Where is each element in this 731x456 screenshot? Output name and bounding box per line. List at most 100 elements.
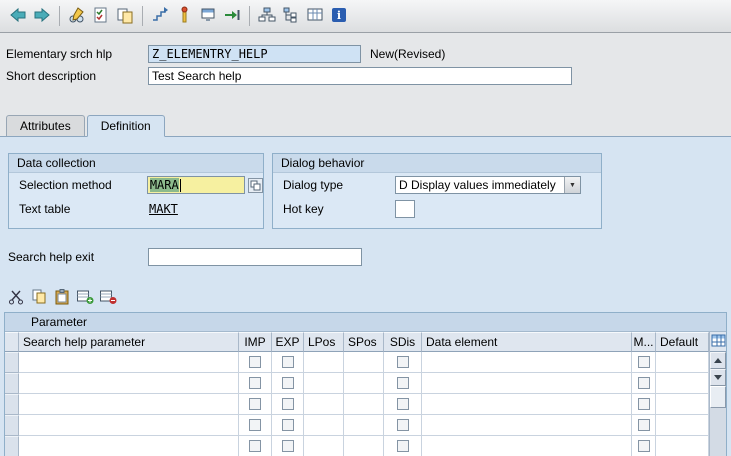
where-used-button[interactable] — [148, 4, 172, 28]
data_element-cell[interactable] — [422, 436, 632, 456]
tab-definition[interactable]: Definition — [86, 115, 165, 137]
column-header-imp[interactable]: IMP — [239, 332, 272, 352]
exp-cell — [272, 373, 304, 394]
exp-checkbox[interactable] — [281, 398, 294, 410]
copy-rows-icon — [30, 289, 48, 308]
search-help-exit-field[interactable] — [148, 248, 362, 266]
row-selector[interactable] — [5, 352, 19, 373]
m-checkbox[interactable] — [637, 377, 650, 389]
forward-button[interactable] — [30, 4, 54, 28]
scrollbar-track[interactable] — [710, 408, 726, 456]
copy-rows-button[interactable] — [29, 289, 49, 307]
delete-row-button[interactable] — [98, 289, 118, 307]
m-checkbox[interactable] — [637, 356, 650, 368]
hierarchy-button[interactable] — [255, 4, 279, 28]
activate-button[interactable] — [172, 4, 196, 28]
data_element-cell[interactable] — [422, 373, 632, 394]
sdis-checkbox[interactable] — [396, 377, 409, 389]
spos-cell[interactable] — [344, 373, 384, 394]
goto-button[interactable] — [220, 4, 244, 28]
table-config-button[interactable] — [710, 332, 726, 352]
column-header-lpos[interactable]: LPos — [304, 332, 344, 352]
short-description-field[interactable] — [148, 67, 572, 85]
m-checkbox[interactable] — [637, 398, 650, 410]
column-header-m[interactable]: M... — [632, 332, 656, 352]
data_element-cell[interactable] — [422, 394, 632, 415]
param-cell[interactable] — [19, 415, 239, 436]
text-table-link[interactable]: MAKT — [149, 202, 178, 216]
display-object-button[interactable] — [196, 4, 220, 28]
m-checkbox[interactable] — [637, 440, 650, 452]
spos-cell[interactable] — [344, 415, 384, 436]
default-cell[interactable] — [656, 352, 709, 373]
graph-button[interactable] — [279, 4, 303, 28]
back-button[interactable] — [6, 4, 30, 28]
table-settings-button[interactable] — [303, 4, 327, 28]
sdis-checkbox[interactable] — [396, 419, 409, 431]
column-header-data_element[interactable]: Data element — [422, 332, 632, 352]
spos-cell[interactable] — [344, 394, 384, 415]
scrollbar-thumb[interactable] — [710, 386, 726, 408]
imp-checkbox[interactable] — [249, 419, 261, 431]
lpos-cell[interactable] — [304, 436, 344, 456]
lpos-cell[interactable] — [304, 394, 344, 415]
exp-checkbox[interactable] — [281, 440, 294, 452]
exp-checkbox[interactable] — [281, 419, 294, 431]
imp-checkbox[interactable] — [249, 377, 261, 389]
dialog-type-dropdown[interactable]: D Display values immediately ▼ — [395, 176, 581, 194]
imp-checkbox[interactable] — [249, 398, 261, 410]
tab-attributes[interactable]: Attributes — [6, 115, 85, 137]
row-selector[interactable] — [5, 415, 19, 436]
cut-button[interactable] — [6, 289, 26, 307]
hot-key-field[interactable] — [395, 200, 415, 218]
param-cell[interactable] — [19, 352, 239, 373]
spos-cell[interactable] — [344, 436, 384, 456]
m-cell — [632, 352, 656, 373]
column-header-sdis[interactable]: SDis — [384, 332, 422, 352]
sdis-checkbox[interactable] — [396, 356, 409, 368]
default-cell[interactable] — [656, 415, 709, 436]
exp-checkbox[interactable] — [281, 356, 294, 368]
lpos-cell[interactable] — [304, 373, 344, 394]
default-cell[interactable] — [656, 373, 709, 394]
table-row — [5, 436, 709, 456]
paste-button[interactable] — [52, 288, 72, 307]
imp-checkbox[interactable] — [249, 356, 261, 368]
selection-method-field[interactable]: MARA — [146, 176, 246, 194]
display-change-button[interactable] — [65, 4, 89, 28]
lpos-cell[interactable] — [304, 352, 344, 373]
m-cell — [632, 394, 656, 415]
lpos-cell[interactable] — [304, 415, 344, 436]
spos-cell[interactable] — [344, 352, 384, 373]
default-cell[interactable] — [656, 394, 709, 415]
elementary-search-help-field[interactable]: Z_ELEMENTRY_HELP — [148, 45, 361, 63]
selector-column-header[interactable] — [5, 332, 19, 352]
insert-row-button[interactable] — [75, 289, 95, 307]
info-button[interactable]: i — [327, 4, 351, 28]
sdis-checkbox[interactable] — [396, 440, 409, 452]
copy-button[interactable] — [113, 4, 137, 28]
column-header-spos[interactable]: SPos — [344, 332, 384, 352]
check-button[interactable] — [89, 4, 113, 28]
row-selector[interactable] — [5, 436, 19, 456]
param-cell[interactable] — [19, 436, 239, 456]
default-cell[interactable] — [656, 436, 709, 456]
m-checkbox[interactable] — [637, 419, 650, 431]
data_element-cell[interactable] — [422, 415, 632, 436]
row-selector[interactable] — [5, 394, 19, 415]
imp-checkbox[interactable] — [249, 440, 261, 452]
scroll-down-button[interactable] — [710, 369, 726, 386]
param-cell[interactable] — [19, 394, 239, 415]
chevron-down-icon[interactable]: ▼ — [564, 177, 580, 193]
sdis-checkbox[interactable] — [396, 398, 409, 410]
exp-checkbox[interactable] — [281, 377, 294, 389]
row-selector[interactable] — [5, 373, 19, 394]
multiple-selection-button[interactable] — [248, 177, 263, 193]
scroll-up-button[interactable] — [710, 352, 726, 369]
column-header-param[interactable]: Search help parameter — [19, 332, 239, 352]
column-header-exp[interactable]: EXP — [272, 332, 304, 352]
column-header-default[interactable]: Default — [656, 332, 709, 352]
sdis-cell — [384, 436, 422, 456]
data_element-cell[interactable] — [422, 352, 632, 373]
param-cell[interactable] — [19, 373, 239, 394]
